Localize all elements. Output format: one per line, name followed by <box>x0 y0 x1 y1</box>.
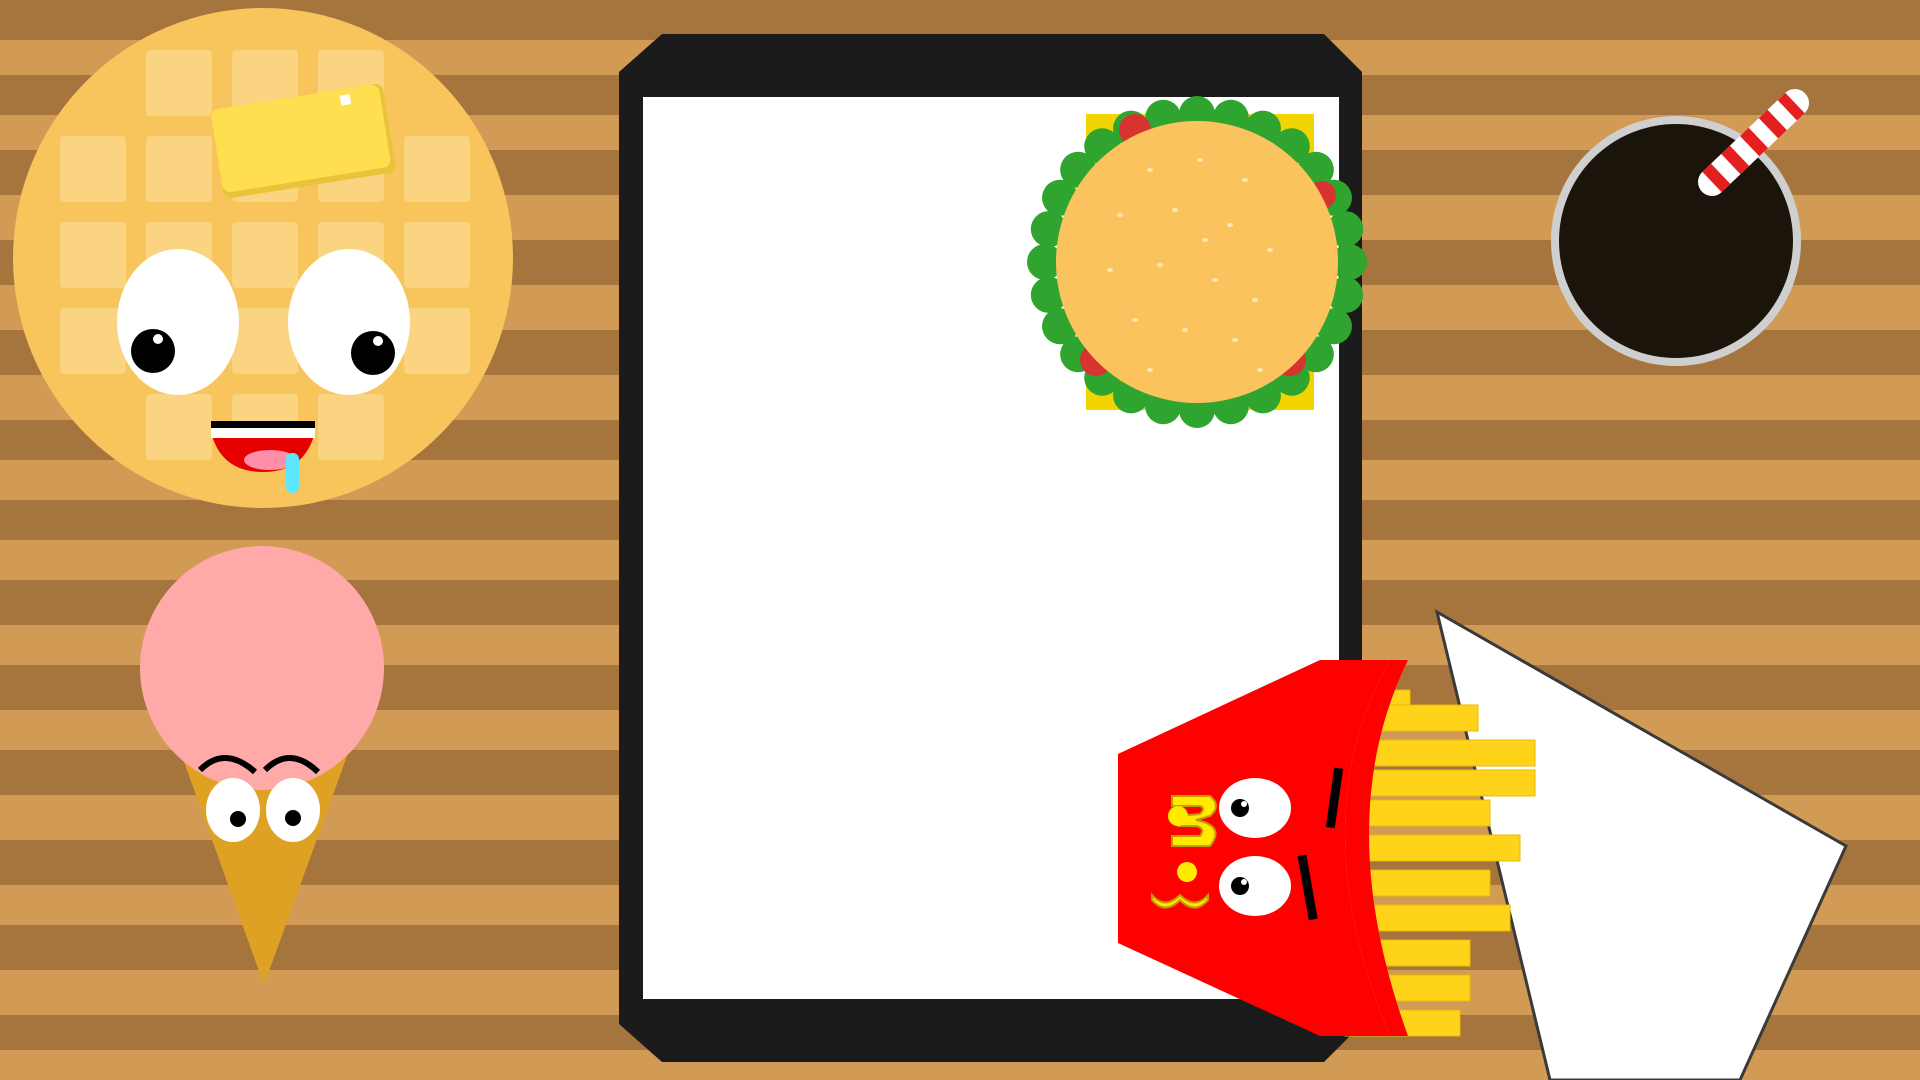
cup-drink <box>1559 124 1793 358</box>
sesame-seed <box>1147 368 1153 372</box>
sesame-seed <box>1257 368 1263 372</box>
waffle-left-eye <box>117 249 239 395</box>
sesame-seed <box>1212 278 1218 282</box>
waffle-square <box>146 136 212 202</box>
waffle-character[interactable] <box>13 8 513 508</box>
pupil-glint <box>153 334 163 344</box>
sesame-seed <box>1117 213 1123 217</box>
sesame-seed <box>1232 338 1238 342</box>
waffle-square <box>404 308 470 374</box>
logo-dot <box>1168 806 1188 826</box>
waffle-right-eye <box>288 249 410 395</box>
fries-top-pupil <box>1231 799 1249 817</box>
sesame-seed <box>1182 328 1188 332</box>
fries-top-eye <box>1219 778 1291 838</box>
waffle-square <box>60 308 126 374</box>
drool <box>286 453 299 493</box>
sesame-seed <box>1202 238 1208 242</box>
sesame-seed <box>1172 208 1178 212</box>
sesame-seed <box>1227 223 1233 227</box>
burger-bun <box>1056 121 1338 403</box>
cone-left-eye <box>206 778 260 842</box>
fries-bottom-pupil <box>1231 877 1249 895</box>
sesame-seed <box>1157 263 1163 267</box>
waffle-square <box>60 136 126 202</box>
sesame-seed <box>1267 248 1273 252</box>
ice-cream-scoop <box>140 546 384 790</box>
waffle-square <box>318 394 384 460</box>
waffle-square <box>60 222 126 288</box>
logo-dot <box>1177 862 1197 882</box>
fries-bottom-eye <box>1219 856 1291 916</box>
sesame-seed <box>1197 158 1203 162</box>
waffle-left-pupil <box>131 329 175 373</box>
fry-stick <box>1344 769 1536 797</box>
cone-left-pupil <box>230 811 246 827</box>
sesame-seed <box>1252 298 1258 302</box>
game-scene <box>0 0 1920 1080</box>
sesame-seed <box>1132 318 1138 322</box>
pupil-glint <box>373 336 383 346</box>
waffle-square <box>232 222 298 288</box>
waffle-square <box>146 50 212 116</box>
waffle-square <box>404 222 470 288</box>
sesame-seed <box>1107 268 1113 272</box>
waffle-right-pupil <box>351 331 395 375</box>
sesame-seed <box>1242 178 1248 182</box>
pupil-glint <box>1241 801 1247 807</box>
pupil-glint <box>1241 879 1247 885</box>
cone-right-pupil <box>285 810 301 826</box>
fry-stick <box>1344 834 1521 862</box>
waffle-square <box>146 394 212 460</box>
waffle-square <box>404 136 470 202</box>
sesame-seed <box>1147 168 1153 172</box>
